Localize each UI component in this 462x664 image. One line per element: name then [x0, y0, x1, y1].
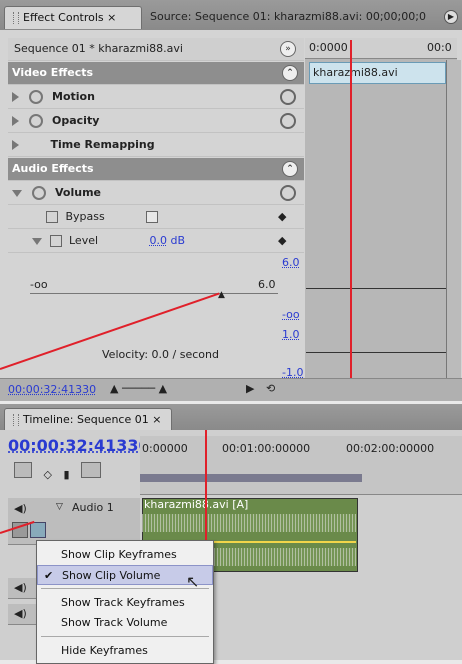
work-area-bar[interactable]	[140, 474, 362, 482]
timeline-timecode[interactable]: 00:00:32:41330	[8, 436, 150, 455]
level-unit: dB	[170, 234, 186, 247]
sequence-row: Sequence 01 * kharazmi88.avi »	[8, 38, 304, 61]
menu-item-show-track-keyframes[interactable]: Show Track Keyframes	[37, 593, 213, 613]
mouse-cursor-icon: ↖	[186, 572, 200, 591]
loop-icon[interactable]: ⟲	[266, 382, 275, 395]
motion-label: Motion	[52, 90, 95, 103]
graph-max-value: 6.0	[282, 256, 300, 269]
play-audio-icon[interactable]: ▶	[246, 382, 254, 395]
sequence-label: Sequence 01 * kharazmi88.avi	[14, 42, 183, 55]
marker-icon[interactable]: ◇	[44, 468, 52, 481]
velocity-label: Velocity: 0.0 / second	[102, 348, 219, 361]
context-menu: Show Clip Keyframes ✔ Show Clip Volume S…	[36, 540, 214, 664]
lift-icon[interactable]: ▮	[63, 468, 69, 481]
menu-separator	[41, 588, 209, 589]
stopwatch-icon[interactable]	[46, 211, 58, 223]
motion-row[interactable]: Motion	[8, 86, 304, 109]
level-slider-thumb[interactable]: ▲	[218, 290, 225, 300]
expand-icon[interactable]	[12, 92, 19, 102]
speaker-icon[interactable]: ◀)	[14, 607, 27, 620]
gripper-icon	[13, 12, 19, 24]
speaker-icon[interactable]: ◀)	[14, 502, 27, 515]
ec-time-ruler[interactable]: 0:0000 00:0	[305, 38, 457, 59]
graph-neg-inf: -oo	[282, 308, 300, 321]
opacity-row[interactable]: Opacity	[8, 110, 304, 133]
close-icon[interactable]: ×	[152, 413, 161, 426]
fx-toggle-icon[interactable]	[28, 114, 43, 128]
collapse-icon[interactable]: ⌃	[282, 65, 298, 81]
menu-item-show-clip-keyframes[interactable]: Show Clip Keyframes	[37, 545, 213, 565]
ruler-label: 00:01:00:00000	[222, 442, 311, 455]
ruler-end: 00:0	[427, 41, 452, 54]
ec-bottom-bar: 00:00:32:41330 ▲ ───── ▲ ▶ ⟲	[0, 378, 462, 401]
fx-toggle-icon[interactable]	[28, 90, 43, 104]
opacity-label: Opacity	[52, 114, 100, 127]
level-label: Level	[69, 234, 99, 247]
tab-source[interactable]: Source: Sequence 01: kharazmi88.avi: 00;…	[142, 6, 448, 28]
snap-icon[interactable]	[14, 462, 32, 478]
menu-item-show-track-volume[interactable]: Show Track Volume	[37, 613, 213, 633]
bypass-checkbox[interactable]	[146, 211, 159, 223]
menu-separator	[41, 636, 209, 637]
ruler-label: 0:00000	[142, 442, 188, 455]
bypass-label: Bypass	[65, 210, 105, 223]
keyframe-display-icon[interactable]	[30, 522, 46, 538]
time-remap-row[interactable]: Time Remapping	[8, 134, 304, 157]
level-value[interactable]: 0.0	[150, 234, 168, 247]
timeline-tools: ◇ ▮	[14, 462, 102, 481]
collapse-icon[interactable]	[32, 237, 42, 245]
expand-icon[interactable]	[12, 140, 19, 150]
volume-label: Volume	[55, 186, 101, 199]
collapse-icon[interactable]: ▽	[56, 502, 63, 512]
clip-title: kharazmi88.avi [A]	[144, 498, 249, 511]
checkmark-icon: ✔	[44, 569, 54, 582]
volume-row[interactable]: Volume	[8, 182, 304, 205]
video-effects-header: Video Effects ⌃	[8, 62, 304, 85]
ruler-start: 0:0000	[309, 41, 348, 54]
close-icon[interactable]: ×	[107, 11, 116, 24]
clip-label: kharazmi88.avi	[309, 62, 446, 84]
collapse-icon[interactable]	[12, 189, 22, 197]
slider-min: -oo	[30, 278, 48, 291]
vertical-scrollbar[interactable]	[446, 60, 461, 378]
reset-icon[interactable]	[280, 113, 296, 129]
timeline-tabbar: Timeline: Sequence 01 ×	[0, 404, 462, 431]
reset-icon[interactable]	[280, 89, 296, 105]
tab-effect-controls[interactable]: Effect Controls ×	[4, 6, 142, 29]
tab-timeline[interactable]: Timeline: Sequence 01 ×	[4, 408, 172, 431]
fx-toggle-icon[interactable]	[31, 186, 46, 200]
time-remap-label: Time Remapping	[50, 138, 155, 151]
bypass-row[interactable]: Bypass ◆	[8, 206, 304, 229]
keyframe-nav-icon[interactable]: ◆	[278, 230, 286, 252]
link-icon[interactable]	[81, 462, 102, 478]
speaker-icon[interactable]: ◀)	[14, 581, 27, 594]
audio-effects-header: Audio Effects ⌃	[8, 158, 304, 181]
show-timeline-icon[interactable]: »	[280, 41, 296, 57]
menu-item-hide-keyframes[interactable]: Hide Keyframes	[37, 641, 213, 661]
velocity-top: 1.0	[282, 328, 300, 341]
keyframe-nav-icon[interactable]: ◆	[278, 206, 286, 228]
zoom-slider-icon[interactable]: ▲ ───── ▲	[110, 382, 167, 395]
collapse-icon[interactable]: ⌃	[282, 161, 298, 177]
track-header-audio1[interactable]: ◀) ▽ Audio 1	[8, 498, 140, 545]
ruler-label: 00:02:00:00000	[346, 442, 435, 455]
level-row[interactable]: Level 0.0 dB ◆	[8, 230, 304, 253]
ec-timecode[interactable]: 00:00:32:41330	[8, 383, 96, 396]
stopwatch-icon[interactable]	[49, 235, 62, 247]
slider-max: 6.0	[258, 278, 276, 291]
level-graph-line	[306, 288, 446, 289]
effect-controls-tabbar: Effect Controls × Source: Sequence 01: k…	[0, 0, 462, 31]
level-slider-track[interactable]	[30, 293, 278, 294]
panel-menu-icon[interactable]: ▶	[444, 10, 458, 24]
velocity-graph-line	[306, 352, 446, 353]
ec-playhead[interactable]	[350, 40, 352, 400]
expand-icon[interactable]	[12, 116, 19, 126]
reset-icon[interactable]	[280, 185, 296, 201]
waveform-left	[142, 514, 356, 532]
track-name: Audio 1	[72, 501, 114, 514]
gripper-icon	[13, 414, 19, 426]
keyframe-area[interactable]	[305, 38, 457, 400]
timeline-ruler[interactable]: 0:00000 00:01:00:00000 00:02:00:00000	[140, 436, 462, 495]
